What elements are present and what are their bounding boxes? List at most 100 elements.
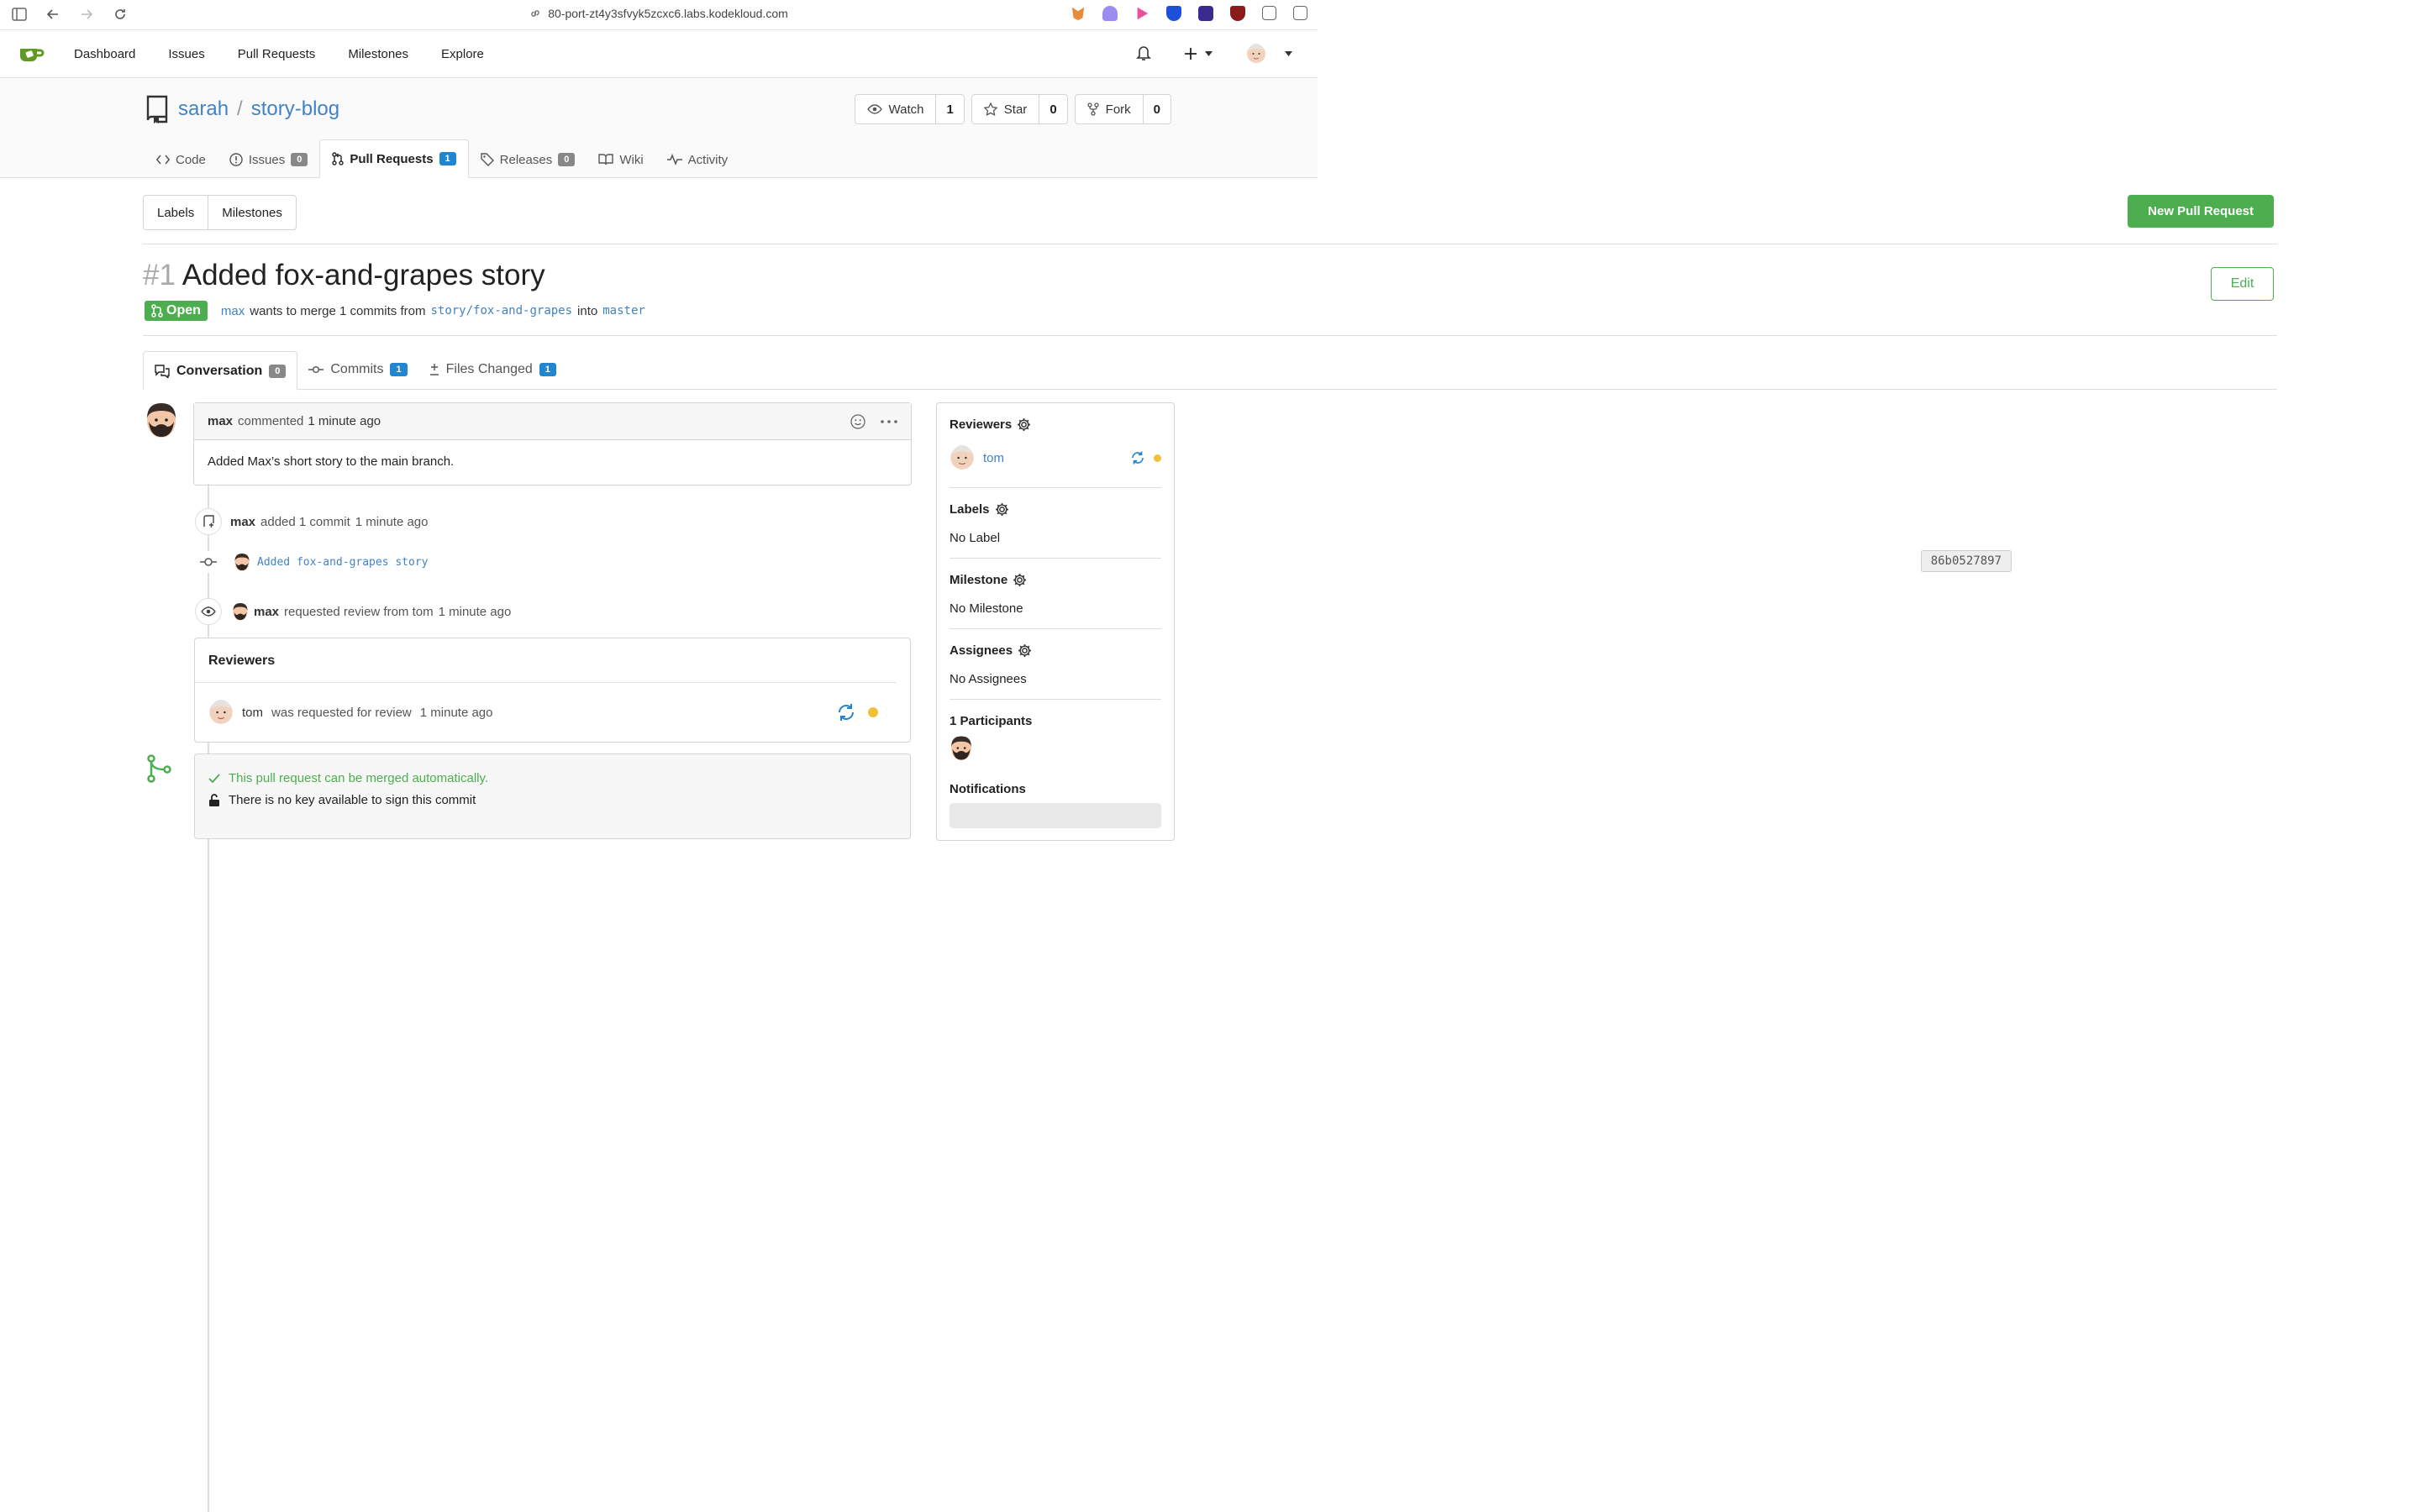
pr-into-text: into bbox=[577, 303, 598, 318]
avatar bbox=[209, 700, 233, 724]
milestones-button[interactable]: Milestones bbox=[208, 196, 296, 229]
fork-button[interactable]: Fork 0 bbox=[1074, 94, 1171, 124]
new-pull-request-button[interactable]: New Pull Request bbox=[2128, 195, 2274, 228]
watch-button[interactable]: Watch 1 bbox=[854, 94, 965, 124]
nav-pull-requests[interactable]: Pull Requests bbox=[238, 47, 316, 61]
reviewers-title: Reviewers bbox=[950, 417, 1013, 432]
gear-icon[interactable] bbox=[995, 502, 1009, 517]
tab-commits[interactable]: Commits 1 bbox=[297, 351, 418, 388]
tab-files-changed[interactable]: Files Changed 1 bbox=[418, 351, 567, 388]
gear-icon[interactable] bbox=[1017, 417, 1031, 432]
metamask-extension-icon[interactable] bbox=[1071, 7, 1085, 21]
tab-wiki[interactable]: Wiki bbox=[587, 141, 655, 178]
subscribe-button[interactable] bbox=[950, 803, 1161, 828]
comment-author[interactable]: max bbox=[208, 414, 233, 428]
tab-issues[interactable]: Issues 0 bbox=[218, 141, 319, 178]
commit-event-time: 1 minute ago bbox=[355, 514, 429, 529]
labels-value: No Label bbox=[950, 531, 1001, 545]
caret-down-icon bbox=[1285, 51, 1292, 56]
commit-message-link[interactable]: Added fox-and-grapes story bbox=[257, 556, 429, 569]
tab-conversation-label: Conversation bbox=[176, 363, 263, 378]
releases-count-badge: 0 bbox=[558, 153, 576, 166]
avatar bbox=[233, 603, 248, 621]
create-new-menu[interactable] bbox=[1185, 48, 1213, 60]
review-request-author[interactable]: max bbox=[254, 605, 279, 619]
signing-text: There is no key available to sign this c… bbox=[229, 793, 476, 807]
user-menu[interactable] bbox=[1246, 44, 1292, 64]
edit-button[interactable]: Edit bbox=[2211, 267, 2274, 301]
eye-icon bbox=[866, 104, 882, 114]
graduation-extension-icon[interactable] bbox=[1198, 6, 1213, 21]
reviewers-box: Reviewers tom was requested for review 1… bbox=[194, 638, 911, 743]
repo-separator: / bbox=[237, 97, 243, 120]
tab-pull-requests-label: Pull Requests bbox=[350, 151, 434, 166]
tab-commits-label: Commits bbox=[330, 362, 384, 376]
play-extension-icon[interactable] bbox=[1137, 7, 1149, 20]
pr-sidebar: Reviewers tom Labels No Label Milestone … bbox=[936, 402, 1175, 841]
ghost-extension-icon[interactable] bbox=[1102, 6, 1118, 21]
tab-pull-requests[interactable]: Pull Requests 1 bbox=[319, 139, 469, 178]
star-count[interactable]: 0 bbox=[1039, 95, 1066, 123]
labels-title: Labels bbox=[950, 502, 990, 517]
avatar[interactable] bbox=[950, 735, 973, 761]
tag-icon bbox=[480, 153, 494, 166]
gear-icon[interactable] bbox=[1013, 573, 1027, 587]
pending-status-dot bbox=[868, 707, 878, 717]
fork-icon bbox=[1087, 102, 1099, 116]
base-branch-link[interactable]: master bbox=[602, 304, 645, 318]
comment-body: Added Max’s short story to the main bran… bbox=[208, 454, 455, 469]
avatar[interactable] bbox=[145, 402, 178, 438]
commit-event-author[interactable]: max bbox=[230, 515, 255, 529]
tab-wiki-label: Wiki bbox=[619, 152, 644, 167]
nav-issues[interactable]: Issues bbox=[168, 47, 204, 61]
tab-code[interactable]: Code bbox=[145, 141, 218, 178]
pr-title: #1 Added fox-and-grapes story bbox=[143, 259, 545, 292]
re-request-review-icon[interactable] bbox=[1130, 450, 1145, 465]
emoji-reaction-icon[interactable] bbox=[850, 413, 865, 429]
pr-author-link[interactable]: max bbox=[221, 304, 245, 318]
labels-button[interactable]: Labels bbox=[144, 196, 208, 229]
tab-conversation[interactable]: Conversation 0 bbox=[143, 351, 298, 391]
labels-milestones-bar: Labels Milestones bbox=[143, 195, 297, 230]
reviewer-row-time: 1 minute ago bbox=[419, 705, 493, 720]
commits-count-badge: 1 bbox=[390, 363, 408, 376]
check-icon bbox=[208, 773, 220, 783]
gitea-logo-icon[interactable] bbox=[18, 45, 45, 63]
ublock-extension-icon[interactable] bbox=[1230, 6, 1245, 21]
repo-owner-link[interactable]: sarah bbox=[178, 97, 229, 121]
reviewer-name[interactable]: tom bbox=[242, 706, 263, 720]
fork-count[interactable]: 0 bbox=[1144, 95, 1171, 123]
gear-icon[interactable] bbox=[1018, 643, 1032, 658]
repo-title: sarah / story-blog bbox=[145, 95, 339, 123]
comment-header: max commented 1 minute ago bbox=[194, 403, 911, 440]
commit-sha-button[interactable]: 86b0527897 bbox=[1920, 550, 2012, 572]
more-options-icon[interactable] bbox=[881, 419, 897, 423]
shield-extension-icon[interactable] bbox=[1166, 6, 1181, 21]
watch-count[interactable]: 1 bbox=[936, 95, 963, 123]
bell-icon[interactable] bbox=[1136, 45, 1151, 64]
tab-activity[interactable]: Activity bbox=[655, 141, 740, 178]
settings-extension-icon[interactable] bbox=[1262, 6, 1276, 20]
avatar bbox=[1247, 44, 1265, 63]
star-button[interactable]: Star 0 bbox=[971, 94, 1068, 124]
re-request-review-icon[interactable] bbox=[836, 702, 856, 722]
fork-label: Fork bbox=[1105, 102, 1131, 117]
nav-explore[interactable]: Explore bbox=[441, 47, 484, 61]
pr-meta-text: wants to merge 1 commits from bbox=[250, 303, 426, 318]
pr-comment: max commented 1 minute ago Added Max’s s… bbox=[193, 402, 912, 486]
pull-request-icon bbox=[332, 152, 345, 165]
split-view-icon[interactable] bbox=[1293, 6, 1307, 20]
reviewer-row: tom was requested for review 1 minute ag… bbox=[195, 683, 910, 742]
tab-releases[interactable]: Releases 0 bbox=[469, 141, 587, 178]
head-branch-link[interactable]: story/fox-and-grapes bbox=[430, 304, 572, 318]
repo-name-link[interactable]: story-blog bbox=[251, 97, 339, 121]
nav-dashboard[interactable]: Dashboard bbox=[74, 47, 135, 61]
participants-section: 1 Participants bbox=[937, 700, 1174, 780]
nav-milestones[interactable]: Milestones bbox=[348, 47, 408, 61]
sidebar-reviewer-link[interactable]: tom bbox=[983, 451, 1004, 465]
notifications-section: Notifications bbox=[937, 780, 1174, 828]
assignees-section: Assignees No Assignees bbox=[937, 629, 1174, 700]
comment-action: commented bbox=[238, 414, 304, 428]
pr-tabs: Conversation 0 Commits 1 Files Changed 1 bbox=[143, 351, 2277, 391]
repo-icon bbox=[146, 95, 168, 123]
